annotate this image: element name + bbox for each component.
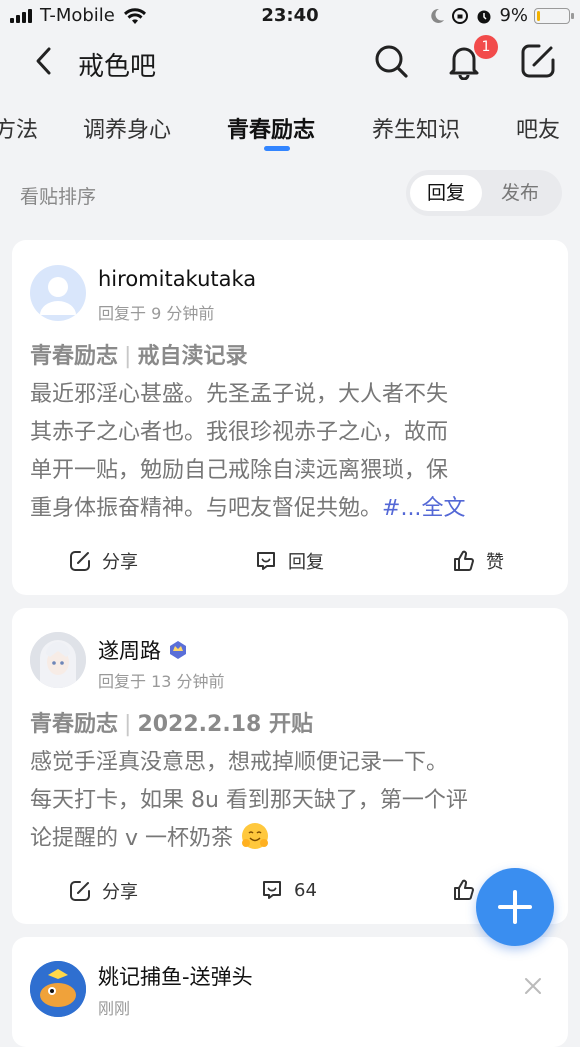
post-heading: 青春励志 | 戒自渎记录: [30, 344, 248, 369]
alarm-icon: [477, 10, 491, 23]
tab-body-mind[interactable]: 调养身心: [83, 112, 171, 144]
tab-methods[interactable]: 方法: [0, 112, 38, 144]
comment-icon: [257, 552, 275, 570]
post-line: 重身体振奋精神。与吧友督促共勉。#...全文: [30, 496, 466, 521]
like-button[interactable]: [452, 878, 476, 902]
thumbs-up-icon: [454, 550, 474, 571]
post-title: 戒自渎记录: [137, 344, 248, 369]
emoji-hug-icon: [242, 823, 269, 849]
tab-health-knowledge[interactable]: 养生知识: [372, 112, 460, 144]
post-time: 回复于 13 分钟前: [98, 672, 225, 691]
category-tag[interactable]: 青春励志: [30, 712, 118, 737]
post-line: 单开一贴，勉励自己戒除自渎远离猥琐，保: [30, 458, 449, 483]
comment-count: 64: [294, 879, 317, 901]
compose-icon[interactable]: [519, 42, 557, 80]
username[interactable]: hiromitakutaka: [98, 267, 256, 291]
plus-icon: [498, 890, 532, 924]
status-bar: T-Mobile 23:40 9%: [0, 0, 580, 32]
like-button[interactable]: 赞: [452, 548, 504, 574]
nav-bar: 戒色吧 1: [0, 32, 580, 94]
reply-button[interactable]: 回复: [254, 548, 324, 574]
search-icon[interactable]: [372, 42, 410, 80]
post-line: 每天打卡，如果 8u 看到那天缺了，第一个评: [30, 788, 468, 813]
share-icon: [70, 551, 90, 571]
post-heading: 青春励志 | 2022.2.18 开贴: [30, 712, 313, 737]
share-button[interactable]: 分享: [68, 878, 138, 904]
orientation-lock-icon: [452, 7, 469, 24]
page-title: 戒色吧: [78, 52, 157, 82]
moon-icon: [431, 8, 445, 23]
sort-toggle: 回复 发布: [406, 170, 562, 216]
post-line: 感觉手淫真没意思，想戒掉顺便记录一下。: [30, 750, 449, 775]
read-more-link[interactable]: 全文: [421, 496, 465, 521]
anime-girl-avatar-icon: [30, 632, 86, 688]
avatar[interactable]: [30, 265, 86, 321]
back-arrow-icon[interactable]: [30, 46, 60, 76]
username[interactable]: 姚记捕鱼-送弹头: [98, 961, 253, 991]
member-crown-icon: [170, 641, 186, 659]
category-tabs: 方法 调养身心 青春励志 养生知识 吧友: [0, 100, 580, 156]
thumbs-up-icon: [454, 879, 474, 900]
sort-label: 看贴排序: [20, 186, 97, 208]
sort-option-reply[interactable]: 回复: [410, 175, 482, 211]
post-title: 2022.2.18 开贴: [137, 712, 313, 737]
game-avatar-icon: [30, 961, 86, 1017]
post-body: 感觉手淫真没意思，想戒掉顺便记录一下。 每天打卡，如果 8u 看到那天缺了，第一…: [30, 744, 554, 858]
category-tag[interactable]: 青春励志: [30, 344, 118, 369]
share-icon: [70, 881, 90, 901]
share-button[interactable]: 分享: [68, 548, 138, 574]
battery-icon: [534, 7, 574, 24]
battery-percent: 9%: [499, 5, 528, 26]
post-time: 回复于 9 分钟前: [98, 304, 215, 323]
sort-option-publish[interactable]: 发布: [484, 175, 556, 211]
post-card[interactable]: hiromitakutaka 回复于 9 分钟前 青春励志 | 戒自渎记录 最近邪淫…: [12, 240, 568, 595]
tab-friends[interactable]: 吧友: [516, 112, 560, 144]
username[interactable]: 遂周路: [98, 635, 161, 665]
tab-youth-inspiration[interactable]: 青春励志: [227, 112, 315, 144]
avatar[interactable]: [30, 961, 86, 1017]
notification-badge: 1: [474, 35, 498, 59]
comment-button[interactable]: 64: [260, 878, 317, 902]
default-avatar-icon: [40, 277, 76, 315]
hashtag-ellipsis: #...: [382, 496, 422, 521]
close-icon[interactable]: [524, 977, 542, 995]
ad-card[interactable]: 姚记捕鱼-送弹头 刚刚: [12, 937, 568, 1047]
new-post-fab[interactable]: [476, 868, 554, 946]
comment-icon: [263, 881, 281, 899]
post-body: 最近邪淫心甚盛。先圣孟子说，大人者不失 其赤子之心者也。我很珍视赤子之心，故而 …: [30, 376, 554, 528]
avatar[interactable]: [30, 632, 86, 688]
active-tab-indicator: [264, 146, 290, 151]
post-line: 论提醒的 v 一杯奶茶: [30, 820, 554, 858]
post-line: 最近邪淫心甚盛。先圣孟子说，大人者不失: [30, 382, 449, 407]
post-time: 刚刚: [98, 999, 131, 1018]
username-row: 遂周路: [98, 635, 189, 665]
post-line: 其赤子之心者也。我很珍视赤子之心，故而: [30, 420, 449, 445]
